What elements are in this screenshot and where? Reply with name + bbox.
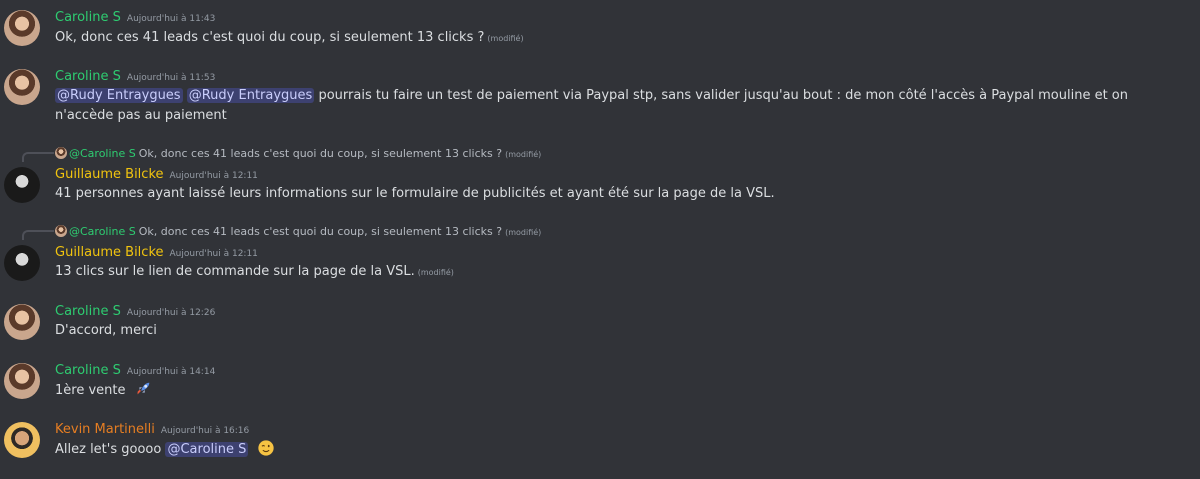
author-name[interactable]: Kevin Martinelli — [55, 422, 155, 437]
author-name[interactable]: Caroline S — [55, 363, 121, 378]
avatar[interactable] — [4, 10, 40, 46]
timestamp: Aujourd'hui à 11:43 — [126, 14, 216, 24]
message-text: Allez let's goooo — [55, 442, 162, 457]
reply-connector — [22, 230, 54, 240]
author-name[interactable]: Guillaume Bilcke — [55, 167, 164, 182]
message-text: D'accord, merci — [55, 323, 157, 338]
reply-avatar — [55, 147, 67, 159]
edited-label: (modifié) — [417, 268, 454, 277]
avatar[interactable] — [4, 167, 40, 203]
reply-edited-label: (modifié) — [505, 228, 542, 237]
message-content: D'accord, merci — [55, 321, 1175, 341]
message-content: @Rudy Entraygues @Rudy Entraygues pourra… — [55, 86, 1175, 126]
reply-edited-label: (modifié) — [505, 150, 542, 159]
reply-preview[interactable]: @Caroline S Ok, donc ces 41 leads c'est q… — [55, 147, 541, 162]
message-content: Allez let's goooo @Caroline S — [55, 439, 1175, 460]
timestamp: Aujourd'hui à 12:11 — [169, 171, 258, 181]
avatar[interactable] — [4, 245, 40, 281]
reply-connector — [22, 152, 54, 162]
reply-author[interactable]: @Caroline S — [69, 225, 136, 238]
timestamp: Aujourd'hui à 14:14 — [126, 367, 216, 377]
message-text: 41 personnes ayant laissé leurs informat… — [55, 186, 775, 201]
user-mention[interactable]: @Caroline S — [165, 442, 249, 457]
avatar[interactable] — [4, 304, 40, 340]
user-mention[interactable]: @Rudy Entraygues — [186, 88, 315, 103]
avatar[interactable] — [4, 69, 40, 105]
timestamp: Aujourd'hui à 12:11 — [169, 249, 258, 259]
message-content: 13 clics sur le lien de commande sur la … — [55, 262, 1175, 283]
message-content: 41 personnes ayant laissé leurs informat… — [55, 184, 1175, 204]
winking-face-emoji — [257, 440, 274, 456]
reply-avatar — [55, 225, 67, 237]
avatar[interactable] — [4, 422, 40, 458]
author-name[interactable]: Caroline S — [55, 10, 121, 25]
user-mention[interactable]: @Rudy Entraygues — [55, 88, 183, 103]
avatar[interactable] — [4, 363, 40, 399]
reply-text: Ok, donc ces 41 leads c'est quoi du coup… — [138, 147, 503, 160]
edited-label: (modifié) — [487, 34, 524, 43]
author-name[interactable]: Guillaume Bilcke — [55, 245, 164, 260]
reply-author[interactable]: @Caroline S — [69, 147, 136, 160]
author-name[interactable]: Caroline S — [55, 69, 121, 84]
timestamp: Aujourd'hui à 12:26 — [126, 308, 216, 318]
timestamp: Aujourd'hui à 16:16 — [160, 426, 250, 436]
author-name[interactable]: Caroline S — [55, 304, 121, 319]
reply-preview[interactable]: @Caroline S Ok, donc ces 41 leads c'est q… — [55, 225, 541, 240]
reply-text: Ok, donc ces 41 leads c'est quoi du coup… — [138, 225, 503, 238]
message-text: 13 clics sur le lien de commande sur la … — [55, 264, 415, 279]
message-content: Ok, donc ces 41 leads c'est quoi du coup… — [55, 28, 1175, 49]
message-text: 1ère vente — [55, 383, 126, 398]
rocket-emoji — [137, 382, 149, 395]
message-text: Ok, donc ces 41 leads c'est quoi du coup… — [55, 30, 485, 45]
message-content: 1ère vente — [55, 380, 1175, 401]
timestamp: Aujourd'hui à 11:53 — [126, 73, 216, 83]
